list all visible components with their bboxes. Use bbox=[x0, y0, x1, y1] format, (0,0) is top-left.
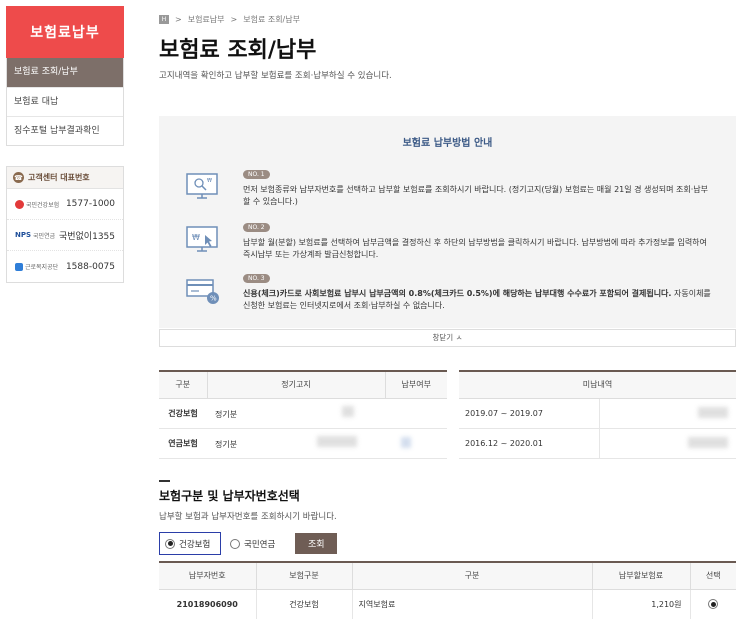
breadcrumb: H > 보험료납부 > 보험료 조회/납부 bbox=[159, 14, 300, 25]
col-header-amount: 납부할보험료 bbox=[591, 562, 690, 590]
phone-icon: ☎ bbox=[13, 172, 24, 183]
radio-unchecked-icon[interactable] bbox=[230, 538, 240, 549]
redacted-amount bbox=[342, 406, 355, 417]
section-subtitle: 납부할 보험과 납부자번호를 조회하시기 바랍니다. bbox=[159, 512, 337, 522]
section-title: 보험구분 및 납부자번호선택 bbox=[159, 489, 300, 503]
table-row: 건강보험 정기분 bbox=[159, 398, 447, 429]
row-regular: 정기분 bbox=[215, 440, 238, 449]
breadcrumb-item[interactable]: 보험료 조회/납부 bbox=[243, 14, 300, 25]
payer-result-table: 납부자번호 보험구분 구분 납부할보험료 선택 21018906090 건강보험… bbox=[159, 561, 736, 619]
monitor-click-icon: ₩ bbox=[186, 226, 218, 252]
contact-center-box: ☎ 고객센터 대표번호 국민건강보험 1577-1000 NPS 국민연금 국번없… bbox=[6, 166, 124, 283]
radio-checked-icon[interactable] bbox=[165, 538, 175, 549]
contact-center-header: ☎ 고객센터 대표번호 bbox=[7, 167, 123, 189]
svg-text:₩: ₩ bbox=[192, 233, 200, 242]
col-header-payer-no: 납부자번호 bbox=[159, 562, 256, 590]
radio-health-insurance[interactable]: 건강보험 bbox=[159, 532, 221, 555]
contact-row-kcomwel: 근로복지공단 1588-0075 bbox=[7, 251, 123, 282]
regular-notice-table: 구분 정기고지 납부여부 건강보험 정기분 연금보험 정기분 bbox=[159, 370, 447, 459]
sidebar-item-payment-result[interactable]: 징수포털 납부결과확인 bbox=[7, 116, 123, 145]
redacted-amount bbox=[317, 436, 358, 447]
guide-close-button[interactable]: 창닫기 ㅅ bbox=[159, 329, 736, 347]
page-title: 보험료 조회/납부 bbox=[159, 38, 317, 63]
row-type: 연금보험 bbox=[159, 428, 207, 459]
category: 지역보험료 bbox=[351, 589, 592, 619]
contact-center-title: 고객센터 대표번호 bbox=[28, 173, 90, 182]
nhis-logo-icon: 국민건강보험 bbox=[15, 199, 59, 209]
table-row: 2019.07 ~ 2019.07 bbox=[459, 398, 736, 429]
svg-text:%: % bbox=[210, 295, 217, 303]
card-percent-icon: % bbox=[186, 279, 219, 304]
redacted-amount bbox=[698, 406, 728, 418]
table-row: 2016.12 ~ 2020.01 bbox=[459, 428, 736, 459]
col-header-paid: 납부여부 bbox=[384, 371, 447, 399]
monitor-search-icon: ₩ bbox=[186, 173, 218, 199]
sidebar-title: 보험료납부 bbox=[6, 6, 124, 58]
guide-title: 보험료 납부방법 안내 bbox=[402, 138, 493, 149]
unpaid-table: 미납내역 2019.07 ~ 2019.07 2016.12 ~ 2020.01 bbox=[459, 370, 736, 459]
step-text: 납부할 월(분할) 보험료를 선택하여 납부금액을 결정하신 후 하단의 납부방… bbox=[243, 238, 707, 259]
contact-row-nhis: 국민건강보험 1577-1000 bbox=[7, 189, 123, 220]
step-number: NO. 1 bbox=[243, 170, 270, 179]
insurance-type-selector: 건강보험 국민연금 조회 bbox=[159, 532, 338, 555]
home-icon[interactable]: H bbox=[159, 15, 169, 24]
contact-number: 1577-1000 bbox=[65, 199, 115, 209]
page-subtitle: 고지내역을 확인하고 납부할 보험료를 조회·납부하실 수 있습니다. bbox=[159, 71, 392, 81]
breadcrumb-item[interactable]: 보험료납부 bbox=[188, 14, 225, 25]
sidebar-nav: 보험료 조회/납부 보험료 대납 징수포털 납부결과확인 bbox=[6, 58, 124, 146]
redacted-status bbox=[401, 436, 411, 448]
step-number: NO. 2 bbox=[243, 223, 270, 232]
table-row: 연금보험 정기분 bbox=[159, 428, 447, 459]
unpaid-period: 2016.12 ~ 2020.01 bbox=[459, 428, 600, 459]
col-header-category: 구분 bbox=[351, 562, 592, 590]
step-text: 신용(체크)카드로 사회보험료 납부시 납부금액의 0.8%(체크카드 0.5%… bbox=[243, 288, 713, 312]
col-header-unpaid: 미납내역 bbox=[459, 371, 736, 399]
contact-number: 국번없이1355 bbox=[58, 231, 115, 242]
redacted-amount bbox=[688, 436, 728, 448]
section-marker bbox=[159, 480, 170, 482]
step-text: 먼저 보험종류와 납부자번호를 선택하고 납부할 보험료를 조회하시기 바랍니다… bbox=[243, 185, 709, 206]
radio-national-pension[interactable]: 국민연금 bbox=[225, 532, 281, 555]
row-regular: 정기분 bbox=[215, 410, 238, 419]
sidebar-item-inquiry-payment[interactable]: 보험료 조회/납부 bbox=[7, 58, 123, 87]
sidebar-item-proxy-payment[interactable]: 보험료 대납 bbox=[7, 87, 123, 116]
row-type: 건강보험 bbox=[159, 398, 207, 429]
col-header-type: 구분 bbox=[159, 371, 207, 399]
unpaid-period: 2019.07 ~ 2019.07 bbox=[459, 398, 600, 429]
payer-number: 21018906090 bbox=[159, 589, 256, 619]
col-header-select: 선택 bbox=[689, 562, 736, 590]
svg-text:₩: ₩ bbox=[207, 178, 212, 184]
step-text-bold: 신용(체크)카드로 사회보험료 납부시 납부금액의 0.8%(체크카드 0.5%… bbox=[243, 289, 672, 298]
sidebar: 보험료납부 보험료 조회/납부 보험료 대납 징수포털 납부결과확인 bbox=[6, 6, 124, 146]
nps-logo-icon: NPS 국민연금 bbox=[15, 231, 56, 240]
insurance-type: 건강보험 bbox=[255, 589, 352, 619]
contact-row-nps: NPS 국민연금 국번없이1355 bbox=[7, 220, 123, 251]
col-header-ins-type: 보험구분 bbox=[255, 562, 352, 590]
table-row: 21018906090 건강보험 지역보험료 1,210원 bbox=[159, 589, 736, 619]
search-button[interactable]: 조회 bbox=[295, 533, 338, 554]
step-number: NO. 3 bbox=[243, 274, 270, 283]
col-header-regular: 정기고지 bbox=[206, 371, 385, 399]
kcomwel-logo-icon: 근로복지공단 bbox=[15, 262, 58, 271]
row-select-radio[interactable] bbox=[708, 599, 719, 609]
payment-guide-panel: 보험료 납부방법 안내 ₩ NO. 1 먼저 보험종류와 납부자번호를 선택하고… bbox=[159, 116, 736, 328]
amount: 1,210원 bbox=[591, 589, 690, 619]
contact-number: 1588-0075 bbox=[65, 261, 115, 272]
